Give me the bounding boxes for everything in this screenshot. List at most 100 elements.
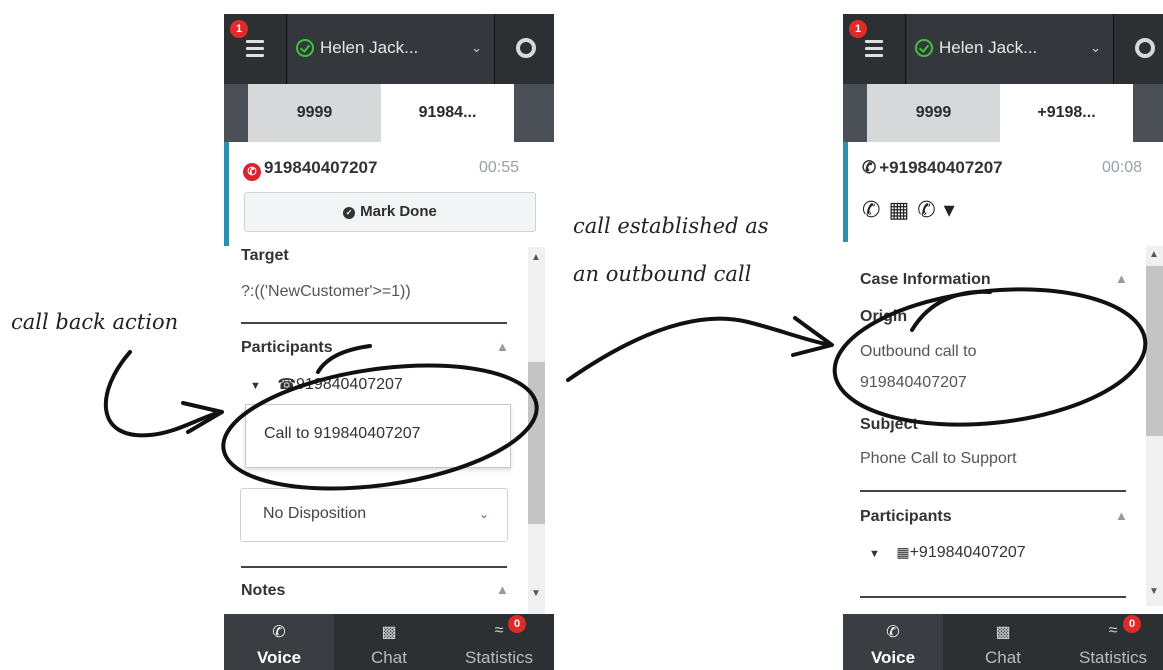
participants-label: Participants: [241, 339, 333, 356]
ready-status-icon: [915, 39, 933, 57]
nav-statistics[interactable]: ≈ 0 Statistics: [1063, 614, 1163, 670]
tab-interaction-1[interactable]: 9999: [867, 84, 1000, 142]
call-duration: 00:55: [479, 159, 520, 176]
mark-done-button[interactable]: ✓ Mark Done: [244, 192, 536, 232]
hamburger-icon: [865, 40, 883, 61]
subject-value: Phone Call to Support: [860, 450, 1017, 467]
participant-number: 919840407207: [296, 376, 403, 393]
call-number: 919840407207: [264, 158, 378, 177]
interaction-tabs: 9999 +9198...: [843, 84, 1163, 142]
annotation-line-1: call established as: [573, 214, 769, 238]
workspace-panel-before: 1 Helen Jack... ⌄ 9999 91984... ✆ 9198404…: [224, 14, 554, 670]
outbound-call-icon: ✆: [862, 158, 877, 177]
scroll-down-icon[interactable]: ▼: [1149, 586, 1159, 597]
origin-value-line-1: Outbound call to: [860, 343, 977, 360]
menu-button[interactable]: 1: [843, 14, 906, 84]
call-back-menu-item[interactable]: Call to 919840407207: [264, 425, 421, 443]
nav-chat[interactable]: ▩ Chat: [334, 614, 444, 670]
help-icon: [1135, 38, 1155, 58]
bottom-nav: ✆ Voice ▩ Chat ≈ 0 Statistics: [224, 614, 554, 670]
agent-status-dropdown[interactable]: Helen Jack... ⌄: [907, 14, 1114, 84]
participant-row[interactable]: ▼ ▦+919840407207: [869, 544, 1026, 562]
nav-voice[interactable]: ✆ Voice: [843, 614, 943, 670]
collapse-icon[interactable]: ▲: [1115, 271, 1128, 286]
middle-arrow-head: [791, 316, 834, 357]
notification-badge: 1: [230, 20, 248, 38]
participants-label: Participants: [860, 508, 952, 525]
help-button[interactable]: [1115, 14, 1163, 84]
end-call-icon[interactable]: ✆: [862, 197, 888, 222]
chevron-down-icon: ⌄: [1090, 40, 1101, 55]
nav-statistics-label: Statistics: [1078, 648, 1148, 667]
target-value: ?:(('NewCustomer'>=1)): [241, 283, 411, 300]
nav-statistics[interactable]: ≈ 0 Statistics: [444, 614, 554, 670]
disposition-select[interactable]: No Disposition ⌄: [240, 488, 508, 542]
chat-icon: ▩: [381, 624, 397, 641]
section-divider: [860, 490, 1126, 492]
nav-voice[interactable]: ✆ Voice: [224, 614, 334, 670]
case-information-label: Case Information: [860, 271, 991, 288]
phone-icon: ✆: [886, 624, 900, 641]
top-bar: 1 Helen Jack... ⌄: [843, 14, 1163, 84]
statistics-icon: ≈: [1108, 622, 1118, 639]
nav-chat-label: Chat: [985, 648, 1021, 667]
collapse-icon[interactable]: ▲: [496, 339, 509, 354]
left-arrow-stroke: [103, 350, 222, 438]
collapse-icon[interactable]: ▲: [496, 582, 509, 597]
annotation-call-back-action: call back action: [11, 310, 179, 334]
chat-icon: ▩: [995, 624, 1011, 641]
middle-arrow-stroke: [566, 316, 832, 382]
agent-name: Helen Jack...: [939, 38, 1038, 57]
consult-call-icon[interactable]: ✆▾: [917, 197, 962, 222]
call-number-line: ✆ 919840407207: [243, 158, 377, 181]
ready-status-icon: [296, 39, 314, 57]
left-arrow-head: [181, 401, 224, 434]
disposition-value: No Disposition: [263, 505, 367, 522]
call-number: +919840407207: [879, 158, 1003, 177]
nav-chat-label: Chat: [371, 648, 407, 667]
hamburger-icon: [246, 40, 264, 61]
statistics-badge: 0: [508, 615, 526, 633]
section-divider: [241, 322, 507, 324]
menu-button[interactable]: 1: [224, 14, 287, 84]
call-header: ✆ 919840407207 00:55 ✓ Mark Done: [224, 142, 554, 246]
tab-interaction-2[interactable]: +9198...: [1000, 84, 1133, 142]
target-label: Target: [241, 247, 289, 264]
expand-arrow-icon: ▼: [869, 548, 880, 560]
participant-action-menu: Call to 919840407207: [245, 404, 511, 468]
nav-voice-label: Voice: [870, 648, 916, 667]
nav-voice-label: Voice: [256, 648, 302, 667]
scroll-down-icon[interactable]: ▼: [531, 588, 541, 599]
annotation-line-2: an outbound call: [573, 262, 752, 286]
call-dropped-icon: ✆: [243, 163, 261, 181]
nav-chat[interactable]: ▩ Chat: [953, 614, 1053, 670]
phone-icon: ✆: [272, 624, 286, 641]
call-dropped-small-icon: ☎: [277, 376, 297, 393]
nav-statistics-label: Statistics: [464, 648, 534, 667]
scrollbar-thumb[interactable]: [1146, 266, 1163, 436]
expand-arrow-icon: ▼: [250, 380, 261, 392]
scrollbar-thumb[interactable]: [528, 362, 545, 524]
subject-label: Subject: [860, 416, 918, 433]
workspace-panel-after: 1 Helen Jack... ⌄ 9999 +9198... ✆ +919840…: [843, 14, 1163, 670]
scroll-up-icon[interactable]: ▲: [531, 252, 541, 263]
agent-name: Helen Jack...: [320, 38, 419, 57]
tab-interaction-1[interactable]: 9999: [248, 84, 381, 142]
origin-label: Origin: [860, 308, 908, 325]
top-bar: 1 Helen Jack... ⌄: [224, 14, 554, 84]
agent-status-dropdown[interactable]: Helen Jack... ⌄: [288, 14, 495, 84]
tab-interaction-2[interactable]: 91984...: [381, 84, 514, 142]
scroll-up-icon[interactable]: ▲: [1149, 249, 1159, 260]
participant-row[interactable]: ▼ ☎919840407207: [250, 375, 403, 394]
call-number-line: ✆ +919840407207: [862, 158, 1003, 178]
chevron-down-icon: ⌄: [478, 507, 489, 521]
dialpad-icon[interactable]: ▦: [888, 197, 917, 222]
collapse-icon[interactable]: ▲: [1115, 508, 1128, 523]
call-actions: ✆▦✆▾: [862, 197, 963, 223]
notification-badge: 1: [849, 20, 867, 38]
help-icon: [516, 38, 536, 58]
help-button[interactable]: [496, 14, 554, 84]
mark-done-label: Mark Done: [360, 203, 437, 220]
statistics-badge: 0: [1123, 615, 1141, 633]
dialpad-small-icon: ▦: [896, 544, 910, 560]
